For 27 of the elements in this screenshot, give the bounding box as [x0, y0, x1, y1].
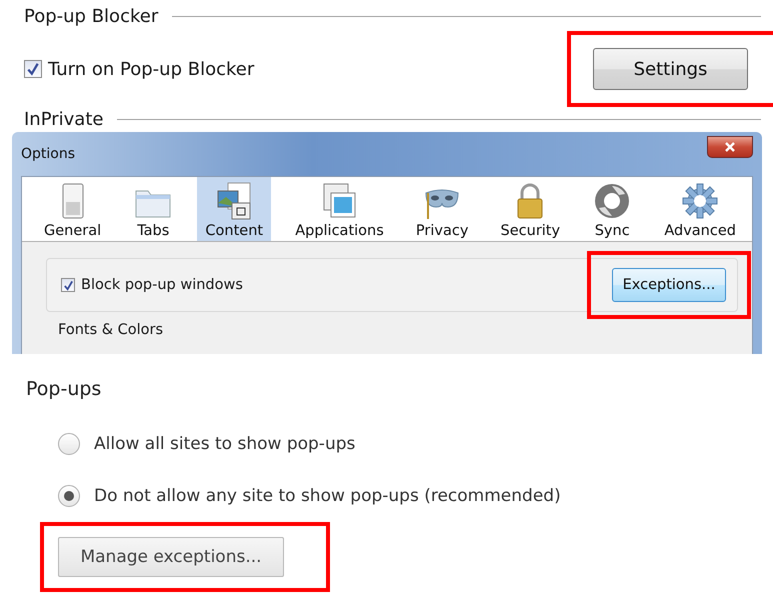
manage-exceptions-button[interactable]: Manage exceptions...	[58, 537, 284, 577]
toolbar-tab[interactable]: General	[36, 177, 110, 241]
radio-label: Allow all sites to show pop-ups	[94, 434, 356, 454]
window-title: Options	[21, 146, 76, 162]
radio-label: Do not allow any site to show pop-ups (recommended)	[94, 486, 561, 506]
toolbar-tab[interactable]: Sync	[584, 177, 640, 241]
section-heading: Pop-up Blocker	[24, 6, 158, 27]
toolbar-tab[interactable]: Tabs	[125, 177, 182, 241]
checkbox[interactable]	[24, 60, 42, 78]
toolbar-tab[interactable]: Advanced	[656, 177, 744, 241]
toolbar-tab[interactable]: Privacy	[408, 177, 476, 241]
gear-icon	[680, 181, 720, 221]
checkbox[interactable]	[61, 278, 75, 292]
toolbar-tab[interactable]: Security	[492, 177, 568, 241]
close-icon	[724, 141, 736, 153]
toolbar-tab[interactable]: Content	[197, 177, 272, 241]
checkbox-label: Turn on Pop-up Blocker	[48, 58, 254, 80]
settings-button[interactable]: Settings	[593, 48, 748, 90]
section-heading: Pop-ups	[26, 378, 102, 400]
toolbar-tab[interactable]: Applications	[287, 177, 392, 241]
radio-button[interactable]	[58, 485, 80, 507]
group-heading: Fonts & Colors	[58, 322, 164, 338]
close-button[interactable]	[707, 136, 753, 158]
checkbox-label: Block pop-up windows	[81, 277, 243, 293]
section-heading: InPrivate	[24, 109, 104, 130]
exceptions-button[interactable]: Exceptions...	[612, 268, 726, 302]
radio-button[interactable]	[58, 433, 80, 455]
